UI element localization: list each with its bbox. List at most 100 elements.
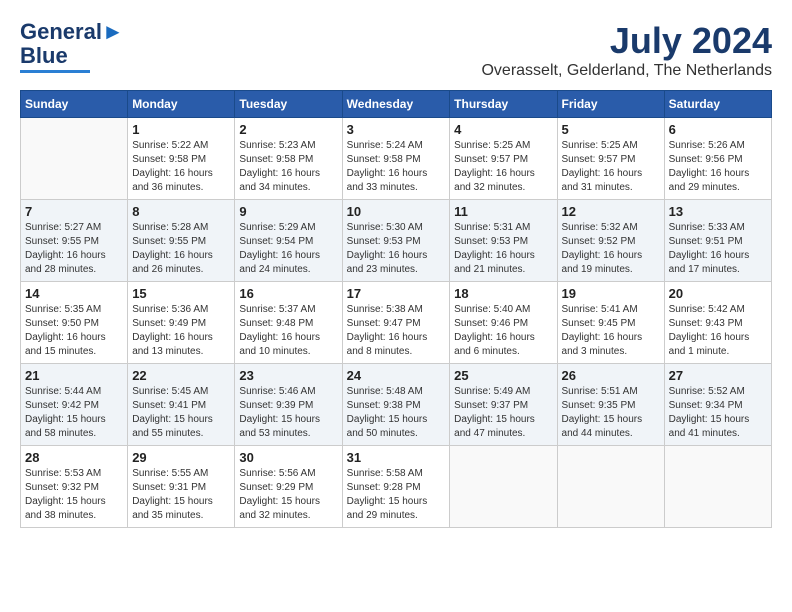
- logo: General►Blue: [20, 20, 124, 73]
- day-info: Sunrise: 5:33 AM Sunset: 9:51 PM Dayligh…: [669, 221, 767, 277]
- table-row: 1 Sunrise: 5:22 AM Sunset: 9:58 PM Daylig…: [128, 118, 235, 200]
- col-saturday: Saturday: [664, 91, 771, 118]
- calendar-week-row: 7Sunrise: 5:27 AM Sunset: 9:55 PM Daylig…: [21, 200, 772, 282]
- col-tuesday: Tuesday: [235, 91, 342, 118]
- table-row: 18Sunrise: 5:40 AM Sunset: 9:46 PM Dayli…: [450, 282, 557, 364]
- table-row: 14 Sunrise: 5:35 AM Sunset: 9:50 PM Dayli…: [21, 282, 128, 364]
- calendar-week-row: 1 Sunrise: 5:22 AM Sunset: 9:58 PM Daylig…: [21, 118, 772, 200]
- table-row: 6 Sunrise: 5:26 AM Sunset: 9:56 PM Daylig…: [664, 118, 771, 200]
- day-number: 1: [132, 122, 230, 137]
- location: Overasselt, Gelderland, The Netherlands: [481, 62, 772, 80]
- calendar-table: Sunday Monday Tuesday Wednesday Thursday…: [20, 90, 772, 528]
- table-row: 2 Sunrise: 5:23 AM Sunset: 9:58 PM Daylig…: [235, 118, 342, 200]
- day-number: 3: [347, 122, 446, 137]
- day-info: Sunrise: 5:44 AM Sunset: 9:42 PM Dayligh…: [25, 385, 123, 441]
- day-number: 30: [239, 450, 337, 465]
- day-info: Sunrise: 5:31 AM Sunset: 9:53 PM Dayligh…: [454, 221, 552, 277]
- day-number: 6: [669, 122, 767, 137]
- day-info: Sunrise: 5:35 AM Sunset: 9:50 PM Dayligh…: [25, 303, 123, 359]
- day-info: Sunrise: 5:25 AM Sunset: 9:57 PM Dayligh…: [562, 139, 660, 195]
- table-row: [450, 446, 557, 528]
- day-number: 9: [239, 204, 337, 219]
- day-number: 22: [132, 368, 230, 383]
- table-row: 22 Sunrise: 5:45 AM Sunset: 9:41 PM Dayli…: [128, 364, 235, 446]
- day-info: Sunrise: 5:42 AM Sunset: 9:43 PM Dayligh…: [669, 303, 767, 359]
- table-row: 21Sunrise: 5:44 AM Sunset: 9:42 PM Dayli…: [21, 364, 128, 446]
- table-row: [21, 118, 128, 200]
- day-info: Sunrise: 5:23 AM Sunset: 9:58 PM Dayligh…: [239, 139, 337, 195]
- calendar-header-row: Sunday Monday Tuesday Wednesday Thursday…: [21, 91, 772, 118]
- calendar-week-row: 21Sunrise: 5:44 AM Sunset: 9:42 PM Dayli…: [21, 364, 772, 446]
- table-row: 5Sunrise: 5:25 AM Sunset: 9:57 PM Daylig…: [557, 118, 664, 200]
- table-row: 17 Sunrise: 5:38 AM Sunset: 9:47 PM Dayli…: [342, 282, 450, 364]
- day-info: Sunrise: 5:46 AM Sunset: 9:39 PM Dayligh…: [239, 385, 337, 441]
- table-row: 11 Sunrise: 5:31 AM Sunset: 9:53 PM Dayli…: [450, 200, 557, 282]
- table-row: 16Sunrise: 5:37 AM Sunset: 9:48 PM Dayli…: [235, 282, 342, 364]
- day-info: Sunrise: 5:55 AM Sunset: 9:31 PM Dayligh…: [132, 467, 230, 523]
- table-row: 12Sunrise: 5:32 AM Sunset: 9:52 PM Dayli…: [557, 200, 664, 282]
- day-number: 24: [347, 368, 446, 383]
- calendar-week-row: 14 Sunrise: 5:35 AM Sunset: 9:50 PM Dayli…: [21, 282, 772, 364]
- table-row: 13 Sunrise: 5:33 AM Sunset: 9:51 PM Dayli…: [664, 200, 771, 282]
- day-number: 31: [347, 450, 446, 465]
- table-row: 7Sunrise: 5:27 AM Sunset: 9:55 PM Daylig…: [21, 200, 128, 282]
- table-row: 31 Sunrise: 5:58 AM Sunset: 9:28 PM Dayli…: [342, 446, 450, 528]
- day-number: 8: [132, 204, 230, 219]
- table-row: 19 Sunrise: 5:41 AM Sunset: 9:45 PM Dayli…: [557, 282, 664, 364]
- table-row: 23Sunrise: 5:46 AM Sunset: 9:39 PM Dayli…: [235, 364, 342, 446]
- day-info: Sunrise: 5:56 AM Sunset: 9:29 PM Dayligh…: [239, 467, 337, 523]
- day-number: 12: [562, 204, 660, 219]
- day-number: 10: [347, 204, 446, 219]
- day-info: Sunrise: 5:27 AM Sunset: 9:55 PM Dayligh…: [25, 221, 123, 277]
- table-row: 20 Sunrise: 5:42 AM Sunset: 9:43 PM Dayli…: [664, 282, 771, 364]
- day-number: 25: [454, 368, 552, 383]
- title-block: July 2024 Overasselt, Gelderland, The Ne…: [481, 20, 772, 80]
- day-info: Sunrise: 5:40 AM Sunset: 9:46 PM Dayligh…: [454, 303, 552, 359]
- calendar-week-row: 28Sunrise: 5:53 AM Sunset: 9:32 PM Dayli…: [21, 446, 772, 528]
- day-info: Sunrise: 5:36 AM Sunset: 9:49 PM Dayligh…: [132, 303, 230, 359]
- table-row: 30 Sunrise: 5:56 AM Sunset: 9:29 PM Dayli…: [235, 446, 342, 528]
- table-row: 3 Sunrise: 5:24 AM Sunset: 9:58 PM Daylig…: [342, 118, 450, 200]
- day-info: Sunrise: 5:52 AM Sunset: 9:34 PM Dayligh…: [669, 385, 767, 441]
- table-row: 28Sunrise: 5:53 AM Sunset: 9:32 PM Dayli…: [21, 446, 128, 528]
- day-info: Sunrise: 5:28 AM Sunset: 9:55 PM Dayligh…: [132, 221, 230, 277]
- day-info: Sunrise: 5:37 AM Sunset: 9:48 PM Dayligh…: [239, 303, 337, 359]
- col-thursday: Thursday: [450, 91, 557, 118]
- table-row: [557, 446, 664, 528]
- table-row: 4Sunrise: 5:25 AM Sunset: 9:57 PM Daylig…: [450, 118, 557, 200]
- day-info: Sunrise: 5:58 AM Sunset: 9:28 PM Dayligh…: [347, 467, 446, 523]
- table-row: 29 Sunrise: 5:55 AM Sunset: 9:31 PM Dayli…: [128, 446, 235, 528]
- day-info: Sunrise: 5:53 AM Sunset: 9:32 PM Dayligh…: [25, 467, 123, 523]
- day-number: 14: [25, 286, 123, 301]
- col-wednesday: Wednesday: [342, 91, 450, 118]
- table-row: [664, 446, 771, 528]
- day-info: Sunrise: 5:25 AM Sunset: 9:57 PM Dayligh…: [454, 139, 552, 195]
- table-row: 10Sunrise: 5:30 AM Sunset: 9:53 PM Dayli…: [342, 200, 450, 282]
- day-info: Sunrise: 5:49 AM Sunset: 9:37 PM Dayligh…: [454, 385, 552, 441]
- day-info: Sunrise: 5:48 AM Sunset: 9:38 PM Dayligh…: [347, 385, 446, 441]
- day-info: Sunrise: 5:26 AM Sunset: 9:56 PM Dayligh…: [669, 139, 767, 195]
- table-row: 8 Sunrise: 5:28 AM Sunset: 9:55 PM Daylig…: [128, 200, 235, 282]
- day-info: Sunrise: 5:41 AM Sunset: 9:45 PM Dayligh…: [562, 303, 660, 359]
- day-info: Sunrise: 5:22 AM Sunset: 9:58 PM Dayligh…: [132, 139, 230, 195]
- table-row: 25 Sunrise: 5:49 AM Sunset: 9:37 PM Dayli…: [450, 364, 557, 446]
- day-number: 29: [132, 450, 230, 465]
- col-monday: Monday: [128, 91, 235, 118]
- day-info: Sunrise: 5:45 AM Sunset: 9:41 PM Dayligh…: [132, 385, 230, 441]
- col-sunday: Sunday: [21, 91, 128, 118]
- page-header: General►Blue July 2024 Overasselt, Gelde…: [20, 20, 772, 80]
- day-info: Sunrise: 5:38 AM Sunset: 9:47 PM Dayligh…: [347, 303, 446, 359]
- day-number: 2: [239, 122, 337, 137]
- day-number: 17: [347, 286, 446, 301]
- day-number: 13: [669, 204, 767, 219]
- table-row: 9 Sunrise: 5:29 AM Sunset: 9:54 PM Daylig…: [235, 200, 342, 282]
- table-row: 24 Sunrise: 5:48 AM Sunset: 9:38 PM Dayli…: [342, 364, 450, 446]
- day-info: Sunrise: 5:24 AM Sunset: 9:58 PM Dayligh…: [347, 139, 446, 195]
- day-number: 19: [562, 286, 660, 301]
- day-number: 11: [454, 204, 552, 219]
- day-info: Sunrise: 5:29 AM Sunset: 9:54 PM Dayligh…: [239, 221, 337, 277]
- day-info: Sunrise: 5:51 AM Sunset: 9:35 PM Dayligh…: [562, 385, 660, 441]
- day-number: 27: [669, 368, 767, 383]
- logo-underline: [20, 70, 90, 73]
- day-number: 20: [669, 286, 767, 301]
